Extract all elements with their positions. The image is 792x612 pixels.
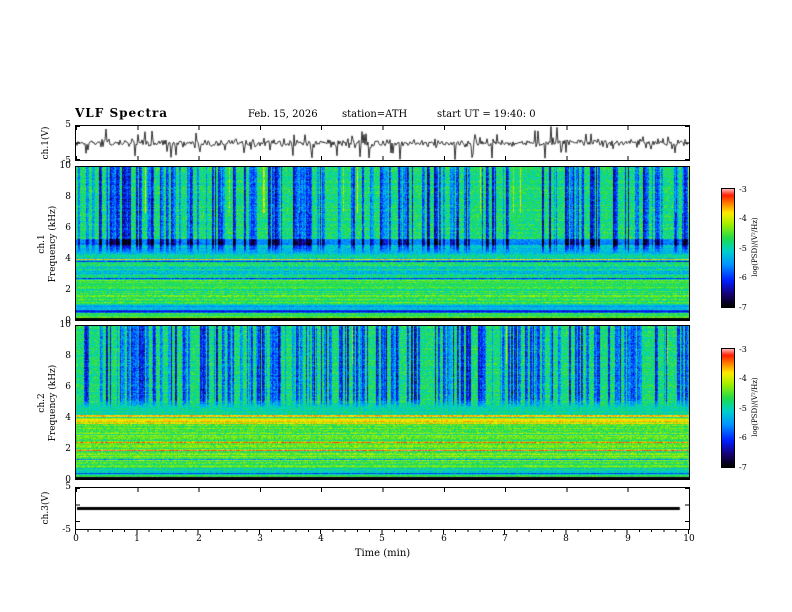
ch1-spec-ylabel-line1: ch.1 — [37, 234, 47, 254]
x-tick-label: 4 — [318, 534, 324, 544]
axis-ticks — [76, 126, 80, 160]
ch1-waveform-canvas — [76, 126, 689, 160]
x-tick-label: 9 — [625, 534, 631, 544]
ch2-spec-ylabel-line1: ch.2 — [37, 393, 47, 413]
axis-ticks — [76, 126, 689, 130]
colorbar-ch2-label: log(PSD)/(V²/Hz) — [751, 377, 759, 437]
axis-ticks — [685, 488, 689, 529]
x-tick-label: 7 — [502, 534, 508, 544]
ch2-spec-ylabel: ch.2 Frequency (kHz) — [37, 328, 59, 478]
plot-date: Feb. 15, 2026 — [248, 109, 318, 120]
x-tick-label: 0 — [73, 534, 79, 544]
ch1-waveform-panel — [75, 125, 690, 161]
ch2-spectrogram-panel — [75, 325, 690, 480]
plot-title: VLF Spectra — [75, 106, 169, 120]
axis-ticks — [685, 126, 689, 160]
colorbar-ch1-label: log(PSD)/(V²/Hz) — [751, 217, 759, 277]
x-tick-label: 1 — [134, 534, 140, 544]
ch1-spec-ylabel: ch.1 Frequency (kHz) — [37, 169, 59, 319]
axis-ticks — [76, 156, 689, 160]
x-axis-label: Time (min) — [354, 548, 411, 559]
x-tick-label: 8 — [563, 534, 569, 544]
x-tick-label: 5 — [379, 534, 385, 544]
x-axis-minor-ticks — [75, 530, 690, 532]
colorbar-ch1 — [721, 188, 735, 308]
ch1-spec-ylabel-line2: Frequency (kHz) — [48, 205, 58, 283]
ch1-spectrogram-panel — [75, 166, 690, 321]
ch2-spec-ylabel-line2: Frequency (kHz) — [48, 364, 58, 442]
ch2-spectrogram-canvas — [76, 326, 689, 479]
axis-ticks — [76, 488, 689, 492]
colorbar-ch1-canvas — [722, 189, 734, 307]
plot-station: station=ATH — [342, 109, 408, 120]
x-tick-label: 6 — [441, 534, 447, 544]
ch1-spectrogram-canvas — [76, 167, 689, 320]
x-tick-label: 3 — [257, 534, 263, 544]
vlf-spectra-figure: VLF Spectra Feb. 15, 2026 station=ATH st… — [0, 0, 792, 612]
ch3-waveform-canvas — [76, 488, 689, 529]
x-tick-label: 10 — [683, 534, 695, 544]
colorbar-ch2 — [721, 348, 735, 468]
plot-start-ut: start UT = 19:40: 0 — [437, 109, 536, 120]
colorbar-ch2-canvas — [722, 349, 734, 467]
ch3-waveform-panel — [75, 487, 690, 530]
axis-ticks — [76, 488, 80, 529]
x-tick-label: 2 — [196, 534, 202, 544]
ch3-wave-ylabel: ch.3(V) — [41, 491, 51, 525]
